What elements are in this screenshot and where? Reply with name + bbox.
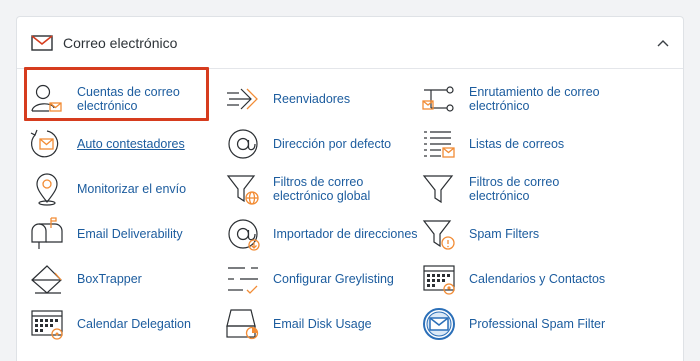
item-global-email-filters[interactable]: Filtros de correo electrónico global — [225, 169, 415, 209]
item-label: Professional Spam Filter — [469, 317, 606, 331]
email-filters-icon — [421, 171, 457, 207]
item-greylisting[interactable]: Configurar Greylisting — [225, 259, 415, 299]
boxtrapper-icon — [29, 261, 65, 297]
greylisting-icon — [225, 261, 261, 297]
item-boxtrapper[interactable]: BoxTrapper — [29, 259, 219, 299]
email-disk-usage-icon — [225, 306, 261, 342]
section-header[interactable]: Correo electrónico — [17, 17, 683, 69]
item-label: BoxTrapper — [77, 272, 142, 286]
email-routing-icon — [421, 81, 457, 117]
item-track-delivery[interactable]: Monitorizar el envío — [29, 169, 219, 209]
professional-spam-filter-icon — [421, 306, 457, 342]
item-email-filters[interactable]: Filtros de correo electrónico — [421, 169, 611, 209]
item-label: Filtros de correo electrónico global — [273, 175, 371, 203]
section-title: Correo electrónico — [63, 35, 178, 51]
chevron-up-icon[interactable] — [651, 31, 675, 55]
item-mailing-lists[interactable]: Listas de correos — [421, 124, 611, 164]
item-email-disk-usage[interactable]: Email Disk Usage — [225, 304, 415, 344]
track-delivery-icon — [29, 171, 65, 207]
item-label: Filtros de correo electrónico — [469, 175, 560, 203]
mailing-lists-icon — [421, 126, 457, 162]
email-section-panel: Correo electrónico Cuentas de correo ele… — [16, 16, 684, 361]
spam-filters-icon — [421, 216, 457, 252]
item-calendar-delegation[interactable]: Calendar Delegation — [29, 304, 219, 344]
item-autoresponders[interactable]: Auto contestadores — [29, 124, 219, 164]
address-importer-icon — [225, 216, 261, 252]
item-calendars-contacts[interactable]: Calendarios y Contactos — [421, 259, 611, 299]
calendars-contacts-icon — [421, 261, 457, 297]
calendar-delegation-icon — [29, 306, 65, 342]
highlight-box — [24, 67, 209, 121]
envelope-icon — [31, 34, 53, 52]
item-label: Calendarios y Contactos — [469, 272, 606, 286]
item-label: Dirección por defecto — [273, 137, 392, 151]
mailbox-icon — [29, 216, 65, 252]
item-label: Reenviadores — [273, 92, 351, 106]
item-label: Calendar Delegation — [77, 317, 191, 331]
item-label: Listas de correos — [469, 137, 565, 151]
item-default-address[interactable]: Dirección por defecto — [225, 124, 415, 164]
item-email-routing[interactable]: Enrutamiento de correo electrónico — [421, 79, 611, 119]
item-address-importer[interactable]: Importador de direcciones — [225, 214, 418, 254]
default-address-icon — [225, 126, 261, 162]
item-label: Email Deliverability — [77, 227, 183, 241]
forwarders-icon — [225, 81, 261, 117]
autoresponders-icon — [29, 126, 65, 162]
item-label: Configurar Greylisting — [273, 272, 394, 286]
item-label: Enrutamiento de correo electrónico — [469, 85, 600, 113]
item-email-deliverability[interactable]: Email Deliverability — [29, 214, 219, 254]
item-label: Monitorizar el envío — [77, 182, 187, 196]
item-forwarders[interactable]: Reenviadores — [225, 79, 415, 119]
item-label: Email Disk Usage — [273, 317, 372, 331]
global-email-filters-icon — [225, 171, 261, 207]
item-label: Auto contestadores — [77, 137, 185, 151]
item-professional-spam-filter[interactable]: Professional Spam Filter — [421, 304, 611, 344]
item-label: Spam Filters — [469, 227, 540, 241]
item-spam-filters[interactable]: Spam Filters — [421, 214, 611, 254]
item-label: Importador de direcciones — [273, 227, 418, 241]
